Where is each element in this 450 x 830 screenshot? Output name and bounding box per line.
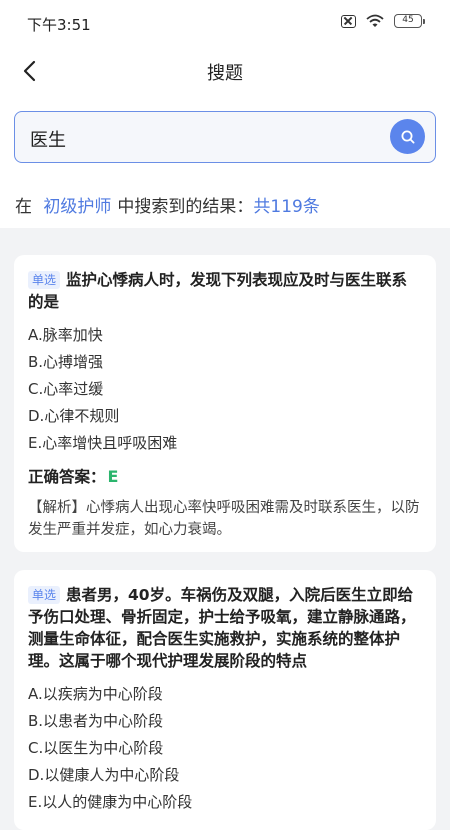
question-type-badge: 单选 [28, 586, 61, 604]
question-card[interactable]: 单选 监护心悸病人时，发现下列表现应及时与医生联系的是 A.脉率加快 B.心搏增强… [14, 255, 436, 552]
answer-value: E [107, 467, 119, 486]
no-sim-icon [341, 14, 356, 28]
nav-bar: 搜题 [0, 48, 450, 94]
result-category[interactable]: 初级护师 [43, 197, 111, 217]
answer-row: 正确答案： E [28, 465, 422, 487]
option-item: C.心率过缓 [28, 380, 104, 398]
status-icons: 45 [341, 14, 425, 28]
option-item: A.脉率加快 [28, 326, 103, 344]
wifi-icon [366, 14, 384, 28]
result-count: 共119条 [253, 197, 320, 217]
search-icon [401, 130, 414, 143]
header-area: 下午3:51 45 搜题 医生 在 初级护师 中搜索到的结果：共119条 [0, 0, 450, 228]
option-item: D.以健康人为中心阶段 [28, 766, 180, 784]
option-item: E.心率增快且呼吸困难 [28, 434, 178, 452]
status-time: 下午3:51 [27, 16, 91, 34]
question-stem-row: 单选 监护心悸病人时，发现下列表现应及时与医生联系的是 [28, 269, 422, 313]
question-stem: 监护心悸病人时，发现下列表现应及时与医生联系的是 [28, 271, 408, 311]
option-list: A.脉率加快 B.心搏增强 C.心率过缓 D.心律不规则 E.心率增快且呼吸困难 [28, 322, 422, 457]
option-item: A.以疾病为中心阶段 [28, 685, 163, 703]
battery-icon: 45 [394, 14, 425, 28]
question-card[interactable]: 单选 患者男，40岁。车祸伤及双腿，入院后医生立即给予伤口处理、骨折固定，护士给予… [14, 570, 436, 830]
option-item: D.心律不规则 [28, 407, 120, 425]
question-stem: 患者男，40岁。车祸伤及双腿，入院后医生立即给予伤口处理、骨折固定，护士给予吸氧… [28, 586, 416, 670]
option-item: B.心搏增强 [28, 353, 104, 371]
question-type-badge: 单选 [28, 271, 61, 289]
search-value[interactable]: 医生 [30, 126, 66, 152]
analysis-text: 【解析】心悸病人出现心率快呼吸困难需及时联系医生，以防发生严重并发症，如心力衰竭… [28, 500, 420, 538]
result-middle: 中搜索到的结果： [117, 197, 254, 217]
question-stem-row: 单选 患者男，40岁。车祸伤及双腿，入院后医生立即给予伤口处理、骨折固定，护士给予… [28, 584, 422, 672]
page-title: 搜题 [207, 63, 243, 84]
search-button[interactable] [390, 119, 425, 154]
option-item: C.以医生为中心阶段 [28, 739, 164, 757]
option-item: E.以人的健康为中心阶段 [28, 793, 193, 811]
search-result-summary: 在 初级护师 中搜索到的结果：共119条 [15, 192, 320, 217]
search-input[interactable]: 医生 [14, 111, 436, 163]
answer-label: 正确答案： [28, 468, 106, 486]
option-item: B.以患者为中心阶段 [28, 712, 164, 730]
option-list: A.以疾病为中心阶段 B.以患者为中心阶段 C.以医生为中心阶段 D.以健康人为… [28, 681, 422, 816]
status-bar: 下午3:51 45 [0, 0, 450, 48]
result-prefix: 在 [15, 197, 32, 217]
